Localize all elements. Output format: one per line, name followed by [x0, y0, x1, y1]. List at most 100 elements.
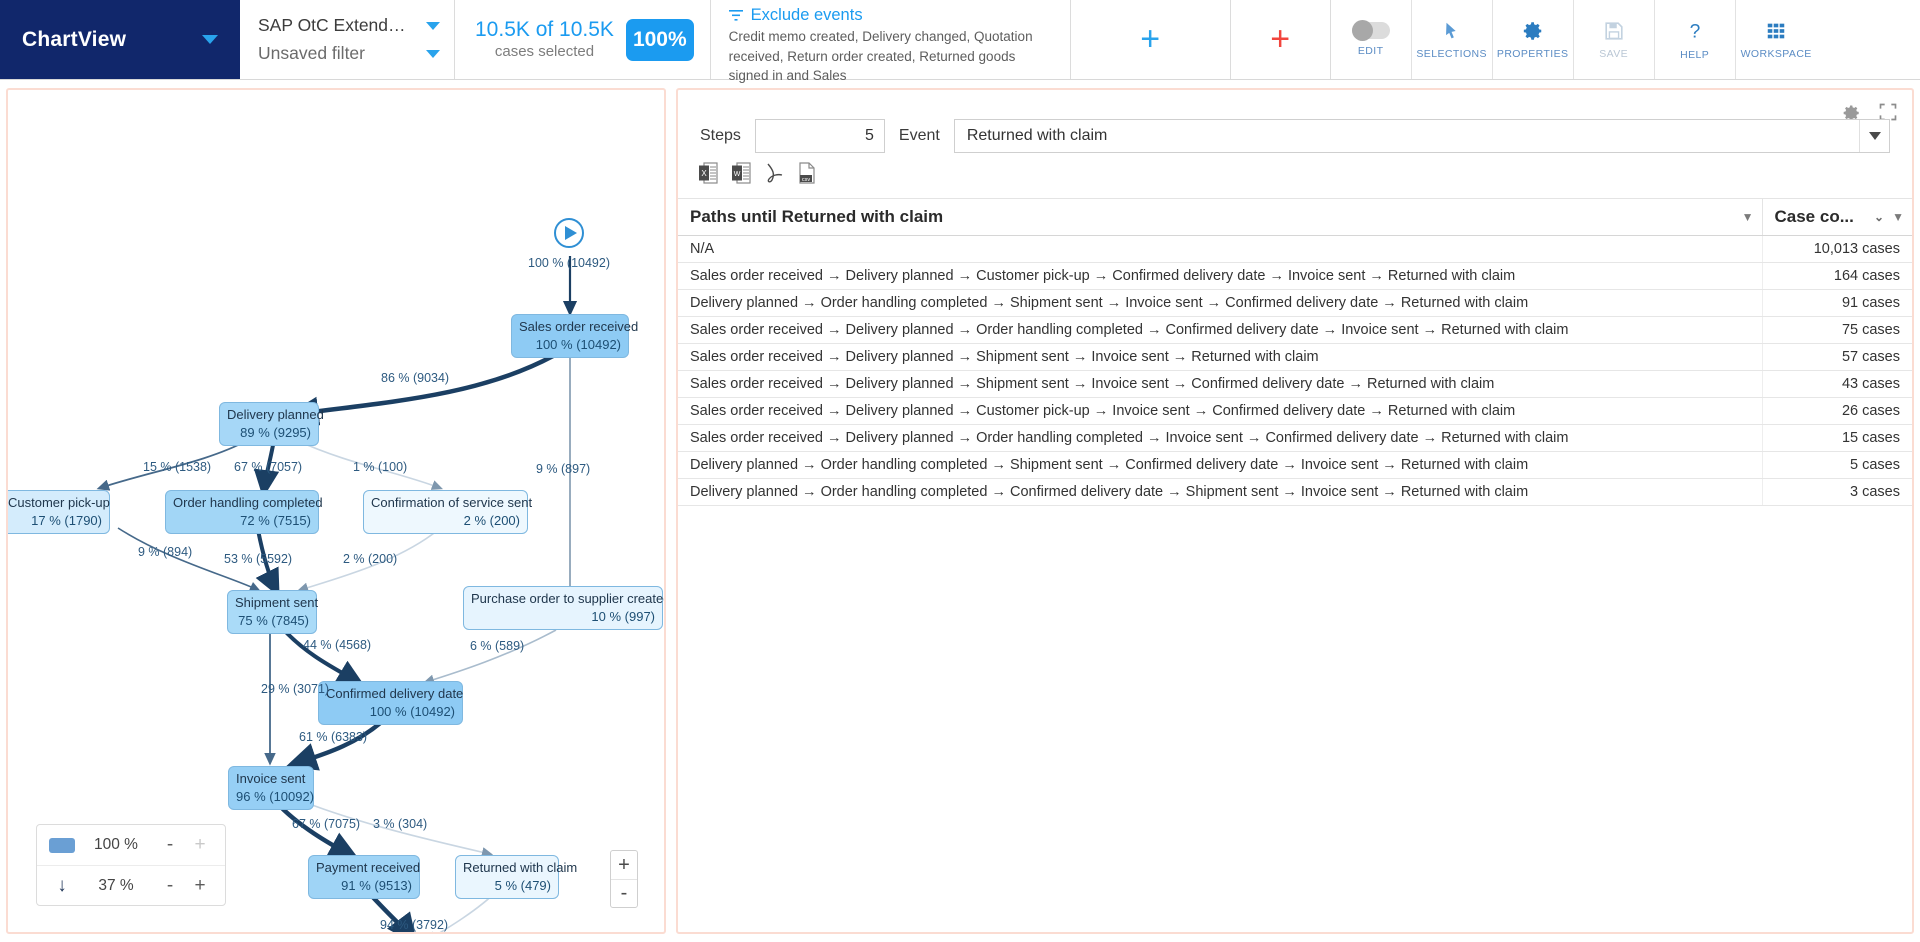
add-chart-button[interactable]: + — [1231, 0, 1331, 79]
exclude-events-list: Credit memo created, Delivery changed, Q… — [728, 29, 1033, 84]
steps-input[interactable] — [754, 119, 885, 153]
question-mark-icon: ? — [1689, 21, 1700, 42]
connection-increase-button[interactable]: + — [187, 875, 213, 897]
graph-node-name: Invoice sent — [236, 771, 306, 786]
graph-edge-label: 15 % (1538) — [143, 460, 212, 474]
connection-decrease-button[interactable]: - — [157, 875, 183, 897]
graph-edge-label: 53 % (5592) — [224, 552, 293, 566]
percent-badge: 100% — [625, 18, 694, 61]
event-select[interactable]: Returned with claim — [953, 119, 1890, 153]
table-row[interactable]: Delivery planned → Order handling comple… — [678, 451, 1912, 479]
exclude-events-panel[interactable]: Exclude events Credit memo created, Deli… — [711, 0, 1071, 83]
chevron-down-icon[interactable] — [1859, 120, 1889, 152]
process-graph-canvas[interactable]: 100 % (10492) Sales order received 100 %… — [8, 90, 664, 932]
column-header-paths-label: Paths until Returned with claim — [690, 207, 944, 226]
table-row[interactable]: Sales order received → Delivery planned … — [678, 343, 1912, 371]
table-row[interactable]: Sales order received → Delivery planned … — [678, 316, 1912, 344]
graph-node-name: Returned with claim — [463, 860, 578, 875]
toolbar-item-help[interactable]: ? HELP — [1655, 0, 1736, 79]
graph-node-name: Payment received — [316, 860, 421, 875]
toolbar-item-properties[interactable]: PROPERTIES — [1493, 0, 1574, 79]
toolbar-item-edit[interactable]: EDIT — [1331, 0, 1412, 79]
chevron-down-icon[interactable]: ⌄ — [1874, 210, 1884, 224]
table-row[interactable]: Sales order received → Delivery planned … — [678, 424, 1912, 452]
graph-node-order-handling-completed[interactable]: Order handling completed 72 % (7515) — [165, 490, 323, 535]
graph-node-stat: 100 % (10492) — [369, 703, 455, 719]
cell-path: Sales order received → Delivery planned … — [678, 424, 1762, 452]
graph-start-node[interactable] — [554, 218, 584, 248]
graph-node-stat: 72 % (7515) — [240, 512, 311, 528]
legend-activity-row: 100 % - + — [37, 825, 225, 865]
graph-node-shipment-sent[interactable]: Shipment sent 75 % (7845) — [227, 590, 319, 635]
zoom-in-button[interactable]: + — [611, 851, 637, 879]
graph-node-confirmed-delivery-date[interactable]: Confirmed delivery date 100 % (10492) — [318, 681, 464, 726]
table-header-row: Paths until Returned with claim ▼ Case c… — [678, 198, 1912, 236]
arrow-down-icon: ↓ — [57, 874, 67, 896]
csv-export-icon[interactable]: csv — [797, 162, 817, 184]
excel-export-icon[interactable]: X — [698, 162, 718, 184]
word-export-icon[interactable]: W — [731, 162, 751, 184]
graph-node-stat: 75 % (7845) — [238, 612, 309, 628]
exclude-events-title: Exclude events — [750, 6, 863, 24]
graph-edge-label: 44 % (4568) — [303, 638, 372, 652]
graph-node-payment-received[interactable]: Payment received 91 % (9513) — [308, 855, 421, 900]
toolbar-item-save[interactable]: SAVE — [1574, 0, 1655, 79]
table-row[interactable]: Delivery planned → Order handling comple… — [678, 478, 1912, 506]
column-header-paths[interactable]: Paths until Returned with claim ▼ — [678, 198, 1762, 236]
graph-edge-label: 94 % (3792) — [380, 918, 449, 932]
chevron-down-icon[interactable] — [426, 49, 440, 58]
column-header-cases-label: Case co... — [1774, 207, 1854, 226]
table-row[interactable]: Sales order received → Delivery planned … — [678, 262, 1912, 290]
cell-cases: 57 cases — [1761, 343, 1912, 371]
add-view-button[interactable]: + — [1071, 0, 1231, 79]
legend-connection-row: ↓ 37 % - + — [37, 865, 225, 905]
graph-node-confirmation-of-service-sent[interactable]: Confirmation of service sent 2 % (200) — [363, 490, 532, 535]
graph-node-purchase-order-to-supplier-created[interactable]: Purchase order to supplier created 10 % … — [463, 586, 664, 631]
graph-node-stat: 89 % (9295) — [240, 424, 311, 440]
toolbar-item-workspace[interactable]: WORKSPACE — [1736, 0, 1817, 79]
chevron-down-icon[interactable] — [202, 35, 218, 44]
graph-node-customer-pickup[interactable]: Customer pick-up 17 % (1790) — [8, 490, 110, 535]
column-header-cases[interactable]: Case co... ⌄ ▼ — [1761, 198, 1912, 236]
event-label: Event — [898, 127, 940, 144]
chevron-down-icon[interactable] — [426, 21, 440, 30]
top-toolbar: ChartView SAP OtC Extend… Unsaved filter… — [0, 0, 1920, 83]
table-row[interactable]: N/A 10,013 cases — [678, 235, 1912, 263]
legend-connection-value: 37 % — [98, 876, 134, 894]
zoom-out-button[interactable]: - — [611, 879, 637, 907]
filter-icon[interactable]: ▼ — [1892, 210, 1904, 224]
brand-menu[interactable]: ChartView — [0, 0, 240, 79]
graph-edge-label: 6 % (589) — [470, 639, 525, 653]
graph-node-name: Shipment sent — [235, 595, 319, 610]
graph-node-sales-order-received[interactable]: Sales order received 100 % (10492) — [511, 314, 639, 359]
paths-table-panel: Steps Event Returned with claim X W cs — [676, 88, 1914, 934]
paths-table-wrapper[interactable]: Paths until Returned with claim ▼ Case c… — [678, 198, 1912, 932]
table-row[interactable]: Delivery planned → Order handling comple… — [678, 289, 1912, 317]
cases-selected-summary: 10.5K of 10.5K cases selected 100% — [455, 0, 711, 79]
table-row[interactable]: Sales order received → Delivery planned … — [678, 370, 1912, 398]
toolbar-item-label: EDIT — [1357, 45, 1384, 57]
graph-node-returned-with-claim[interactable]: Returned with claim 5 % (479) — [455, 855, 578, 900]
svg-text:X: X — [701, 169, 707, 178]
filter-selector[interactable]: Unsaved filter — [258, 43, 440, 64]
floppy-disk-icon — [1605, 21, 1623, 40]
dataset-selector[interactable]: SAP OtC Extend… — [258, 15, 440, 36]
graph-edge-label: 86 % (9034) — [381, 371, 450, 385]
cell-cases: 91 cases — [1761, 289, 1912, 317]
toggle-icon[interactable] — [1351, 20, 1390, 41]
filter-icon[interactable]: ▼ — [1742, 210, 1754, 224]
pdf-export-icon[interactable] — [764, 162, 784, 184]
graph-node-delivery-planned[interactable]: Delivery planned 89 % (9295) — [219, 402, 324, 447]
table-row[interactable]: Sales order received → Delivery planned … — [678, 397, 1912, 425]
graph-node-name: Sales order received — [519, 319, 639, 334]
cell-path: Sales order received → Delivery planned … — [678, 397, 1762, 425]
graph-node-invoice-sent[interactable]: Invoice sent 96 % (10092) — [228, 766, 314, 811]
graph-node-name: Confirmed delivery date — [326, 686, 464, 701]
activity-increase-button[interactable]: + — [187, 834, 213, 856]
cell-path: Sales order received → Delivery planned … — [678, 262, 1762, 290]
activity-decrease-button[interactable]: - — [157, 834, 183, 856]
cell-cases: 3 cases — [1761, 478, 1912, 506]
toolbar-item-selections[interactable]: SELECTIONS — [1412, 0, 1493, 79]
paths-controls: Steps Event Returned with claim — [700, 118, 1890, 154]
toolbar-item-label: PROPERTIES — [1496, 47, 1569, 60]
